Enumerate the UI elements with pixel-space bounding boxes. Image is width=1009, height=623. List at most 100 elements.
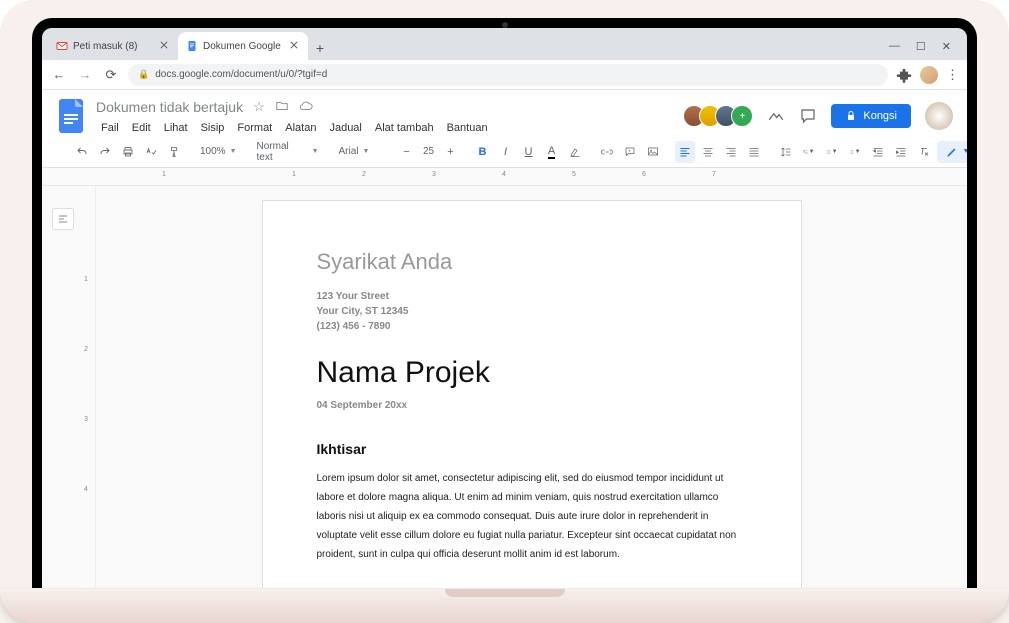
collaborator-avatars[interactable]: + — [683, 105, 753, 127]
cloud-status-icon[interactable] — [299, 99, 313, 115]
redo-button[interactable] — [95, 141, 115, 163]
url-text: docs.google.com/document/u/0/?tgif=d — [155, 69, 327, 80]
browser-tab-docs[interactable]: Dokumen Google — [178, 32, 308, 60]
move-icon[interactable] — [275, 99, 289, 115]
menu-format[interactable]: Format — [232, 120, 277, 136]
gmail-icon — [56, 40, 68, 52]
chrome-menu-icon[interactable]: ⋮ — [946, 67, 959, 83]
clear-formatting-button[interactable] — [914, 141, 934, 163]
browser-profile-avatar[interactable] — [920, 66, 938, 84]
bold-button[interactable]: B — [473, 142, 493, 162]
align-left-button[interactable] — [675, 141, 695, 163]
undo-button[interactable] — [72, 141, 92, 163]
font-size-increase[interactable]: + — [441, 142, 461, 162]
close-icon[interactable] — [290, 41, 300, 51]
screen: Peti masuk (8) Dokumen Google + — [42, 28, 967, 588]
lock-icon — [845, 110, 857, 122]
bulleted-list-button[interactable]: ▼ — [822, 141, 842, 163]
menu-addons[interactable]: Alat tambah — [370, 120, 439, 136]
tab-title: Dokumen Google — [203, 41, 285, 52]
spellcheck-button[interactable] — [141, 141, 161, 163]
outline-toggle-button[interactable] — [52, 208, 74, 230]
body-paragraph[interactable]: Lorem ipsum dolor sit amet, consectetur … — [317, 469, 747, 564]
italic-button[interactable]: I — [496, 142, 516, 162]
close-icon[interactable]: ✕ — [942, 40, 951, 53]
laptop-base — [0, 589, 1009, 623]
menu-view[interactable]: Lihat — [159, 120, 193, 136]
project-date[interactable]: 04 September 20xx — [317, 400, 747, 411]
comments-icon[interactable] — [799, 107, 817, 125]
text-color-button[interactable]: A — [542, 141, 562, 163]
zoom-select[interactable]: 100%▼ — [196, 143, 241, 160]
ruler-tick: 2 — [362, 171, 366, 178]
minimize-icon[interactable]: — — [889, 40, 900, 52]
camera-icon — [502, 22, 508, 28]
menu-edit[interactable]: Edit — [127, 120, 156, 136]
share-label: Kongsi — [863, 110, 897, 122]
section-heading[interactable]: Ikhtisar — [317, 441, 747, 457]
extensions-icon[interactable] — [896, 67, 912, 83]
ruler-tick: 6 — [642, 171, 646, 178]
insert-image-button[interactable] — [643, 141, 663, 163]
increase-indent-button[interactable] — [891, 141, 911, 163]
left-gutter — [42, 186, 82, 588]
avatar-more[interactable]: + — [731, 105, 753, 127]
docs-logo-icon[interactable] — [56, 96, 86, 136]
font-select[interactable]: Arial▼ — [335, 143, 385, 160]
vertical-ruler[interactable]: 1 2 3 4 — [82, 186, 96, 588]
underline-button[interactable]: U — [519, 142, 539, 162]
align-justify-button[interactable] — [744, 141, 764, 163]
close-icon[interactable] — [160, 41, 170, 51]
editing-mode-button[interactable]: ▼ — [937, 141, 967, 163]
url-input[interactable]: 🔒 docs.google.com/document/u/0/?tgif=d — [128, 64, 888, 86]
ruler-tick: 4 — [502, 171, 506, 178]
menu-insert[interactable]: Sisip — [196, 120, 230, 136]
insert-comment-button[interactable] — [620, 141, 640, 163]
paint-format-button[interactable] — [164, 141, 184, 163]
line-spacing-button[interactable] — [776, 141, 796, 163]
ruler-tick: 4 — [84, 486, 88, 493]
company-name[interactable]: Syarikat Anda — [317, 249, 747, 275]
browser-address-bar: ← → ⟳ 🔒 docs.google.com/document/u/0/?tg… — [42, 60, 967, 90]
font-size-input[interactable]: 25 — [420, 143, 438, 160]
menu-table[interactable]: Jadual — [324, 120, 366, 136]
document-title[interactable]: Dokumen tidak bertajuk — [96, 99, 243, 115]
decrease-indent-button[interactable] — [868, 141, 888, 163]
page-container: Syarikat Anda 123 Your Street Your City,… — [96, 186, 967, 588]
browser-tab-gmail[interactable]: Peti masuk (8) — [48, 32, 178, 60]
numbered-list-button[interactable]: 123▼ — [845, 141, 865, 163]
menu-file[interactable]: Fail — [96, 120, 124, 136]
star-icon[interactable]: ☆ — [253, 99, 265, 115]
forward-button[interactable]: → — [76, 67, 94, 82]
document-area: 1 2 3 4 Syarikat Anda 123 Your Street Yo… — [42, 186, 967, 588]
menu-tools[interactable]: Alatan — [280, 120, 321, 136]
horizontal-ruler[interactable]: 1 1 2 3 4 5 6 7 — [42, 168, 967, 186]
document-page[interactable]: Syarikat Anda 123 Your Street Your City,… — [262, 200, 802, 588]
browser-tab-strip: Peti masuk (8) Dokumen Google + — [42, 28, 967, 60]
insert-link-button[interactable] — [597, 141, 617, 163]
ruler-tick: 3 — [84, 416, 88, 423]
account-avatar[interactable] — [925, 102, 953, 130]
print-button[interactable] — [118, 141, 138, 163]
project-name-heading[interactable]: Nama Projek — [317, 356, 747, 390]
company-address[interactable]: 123 Your Street Your City, ST 12345 (123… — [317, 289, 747, 334]
checklist-button[interactable]: ▼ — [799, 141, 819, 163]
header-actions: + Kongsi — [683, 102, 953, 130]
activity-icon[interactable] — [767, 107, 785, 125]
lock-icon: 🔒 — [138, 69, 149, 80]
style-select[interactable]: Normal text▼ — [253, 138, 323, 166]
back-button[interactable]: ← — [50, 67, 68, 82]
align-right-button[interactable] — [721, 141, 741, 163]
ruler-tick: 1 — [84, 276, 88, 283]
window-controls: — ☐ ✕ — [879, 32, 961, 60]
share-button[interactable]: Kongsi — [831, 104, 911, 128]
svg-text:1: 1 — [849, 150, 850, 152]
ruler-tick: 5 — [572, 171, 576, 178]
font-size-decrease[interactable]: − — [397, 142, 417, 162]
menu-help[interactable]: Bantuan — [442, 120, 493, 136]
maximize-icon[interactable]: ☐ — [916, 40, 926, 53]
new-tab-button[interactable]: + — [308, 36, 332, 60]
reload-button[interactable]: ⟳ — [102, 67, 120, 83]
highlight-button[interactable] — [565, 141, 585, 163]
align-center-button[interactable] — [698, 141, 718, 163]
